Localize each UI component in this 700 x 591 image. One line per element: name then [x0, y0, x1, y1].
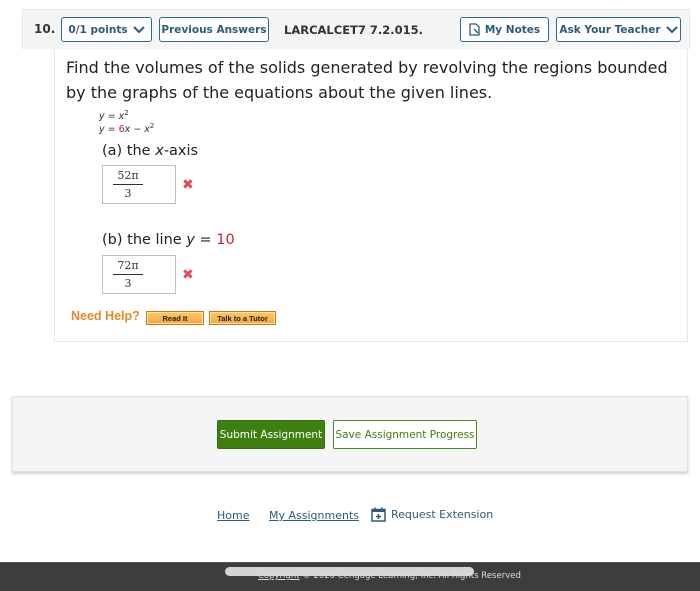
answer-fraction: 52π 3: [113, 169, 143, 200]
question-code: LARCALCET7 7.2.015.: [284, 23, 424, 37]
submit-assignment-button[interactable]: Submit Assignment: [217, 420, 325, 449]
part-a-label: (a) the x-axis: [102, 143, 199, 159]
my-assignments-link[interactable]: My Assignments: [269, 509, 359, 522]
incorrect-icon: ✖: [182, 267, 194, 283]
ask-teacher-label: Ask Your Teacher: [559, 23, 661, 36]
previous-answers-label: Previous Answers: [161, 23, 267, 36]
chevron-down-icon: [665, 25, 678, 33]
incorrect-icon: ✖: [182, 177, 194, 193]
question-header: 10. 0/1 points Previous Answers LARCALCE…: [22, 9, 690, 49]
points-label: 0/1 points: [68, 23, 128, 36]
home-link[interactable]: Home: [217, 509, 249, 522]
request-extension-label: Request Extension: [391, 508, 494, 521]
talk-to-tutor-button[interactable]: Talk to a Tutor: [209, 311, 276, 325]
save-progress-button[interactable]: Save Assignment Progress: [333, 420, 477, 449]
equation-1: y = x2: [99, 109, 129, 123]
read-it-button[interactable]: Read It: [146, 311, 204, 325]
question-number: 10.: [34, 22, 56, 36]
previous-answers-button[interactable]: Previous Answers: [159, 17, 269, 42]
submit-panel: Submit Assignment Save Assignment Progre…: [12, 396, 688, 472]
calendar-plus-icon: [371, 507, 386, 522]
need-help-label: Need Help?: [71, 309, 140, 323]
points-dropdown[interactable]: 0/1 points: [61, 17, 152, 42]
question-body: Find the volumes of the solids generated…: [54, 49, 688, 342]
my-notes-label: My Notes: [484, 23, 541, 36]
problem-prompt: Find the volumes of the solids generated…: [66, 58, 668, 102]
ask-teacher-dropdown[interactable]: Ask Your Teacher: [556, 17, 681, 42]
chevron-down-icon: [132, 25, 145, 33]
equation-2: y = 6x − x2: [99, 122, 155, 136]
part-b-answer-input[interactable]: 72π 3: [102, 255, 176, 294]
my-notes-button[interactable]: My Notes: [460, 17, 549, 42]
notes-icon: [469, 23, 480, 36]
horizontal-scrollbar[interactable]: [225, 567, 474, 576]
part-b-label: (b) the line y = 10: [102, 232, 235, 248]
part-a-answer-input[interactable]: 52π 3: [102, 165, 176, 204]
request-extension-link[interactable]: Request Extension: [371, 507, 493, 522]
bottom-bar: Copyright © 2020 Cengage Learning, Inc. …: [0, 562, 700, 591]
answer-fraction: 72π 3: [113, 259, 143, 290]
